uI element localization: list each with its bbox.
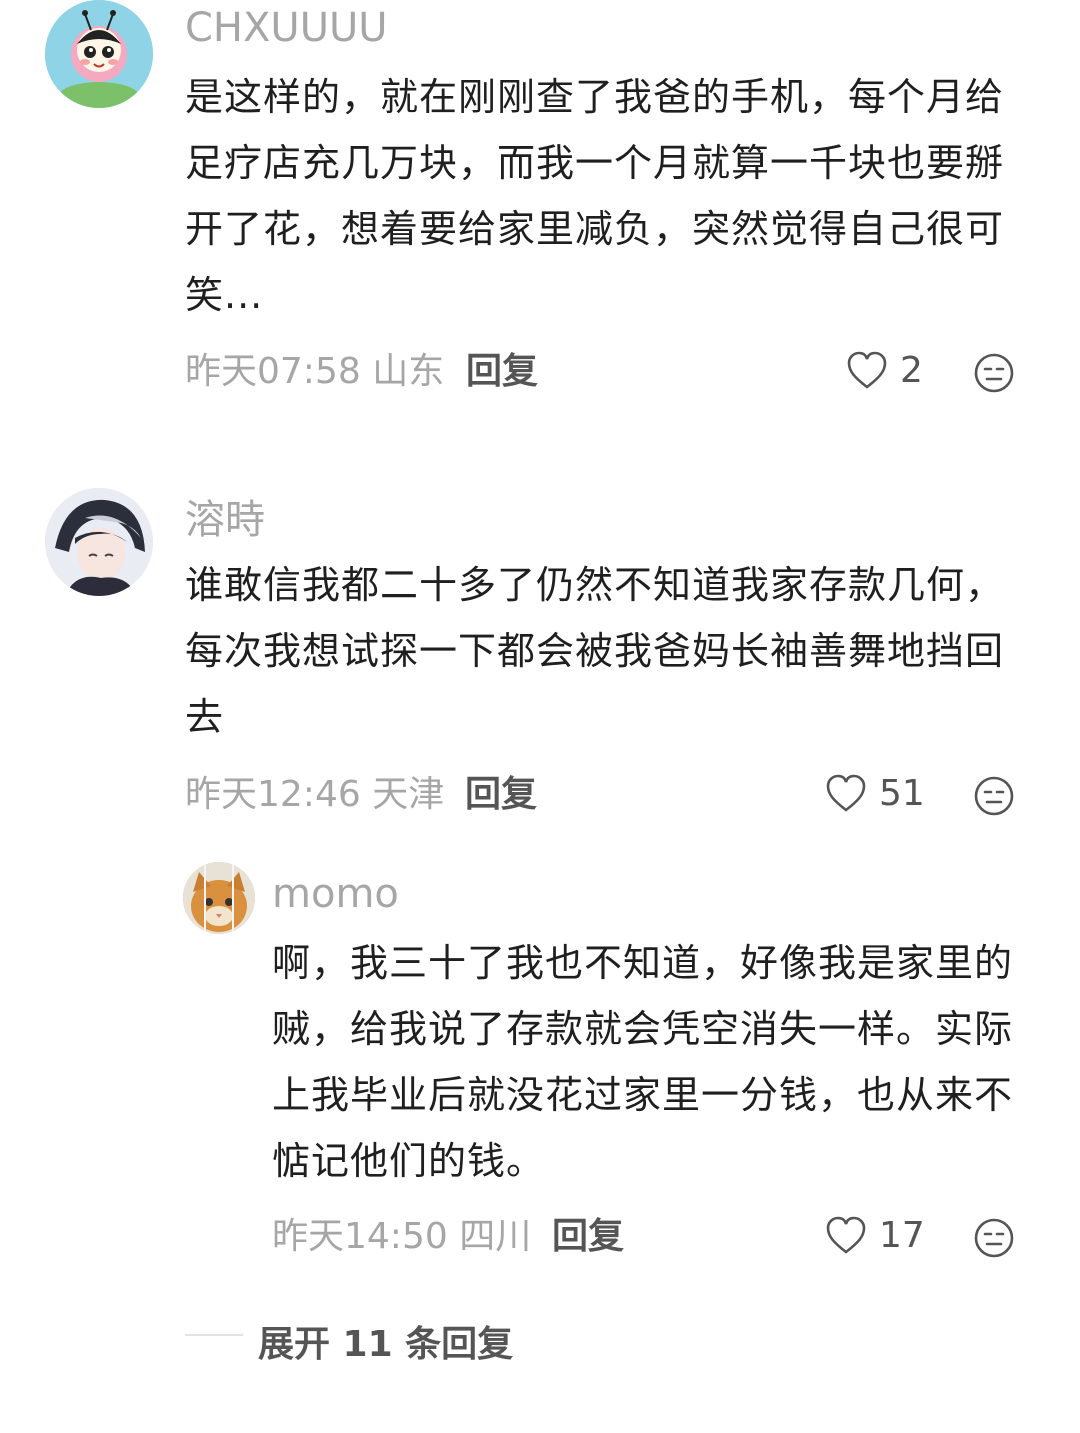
reply-button[interactable]: 回复	[465, 777, 537, 813]
heart-outline-icon	[826, 774, 866, 812]
like-button[interactable]: 17	[825, 1216, 925, 1256]
comment-time-location: 昨天12:46 天津	[185, 774, 445, 815]
heart-outline-icon	[847, 351, 887, 389]
avatar[interactable]	[183, 862, 255, 934]
comment-text: 是这样的，就在刚刚查了我爸的手机，每个月给足疗店充几万块，而我一个月就算一千块也…	[185, 75, 1005, 317]
like-count: 2	[900, 350, 923, 391]
expand-divider	[185, 1334, 243, 1336]
heart-outline-icon	[826, 1216, 866, 1254]
username[interactable]: momo	[272, 874, 399, 914]
comment-text: 谁敢信我都二十多了仍然不知道我家存款几何，每次我想试探一下都会被我爸妈长袖善舞地…	[185, 563, 1005, 739]
like-count: 17	[879, 1215, 925, 1256]
meh-face-icon[interactable]	[973, 775, 1015, 817]
like-count: 51	[879, 773, 925, 814]
reply-button[interactable]: 回复	[552, 1219, 624, 1255]
like-button[interactable]: 2	[846, 351, 923, 391]
like-button[interactable]: 51	[825, 774, 925, 814]
username[interactable]: 溶時	[185, 500, 265, 540]
comment-time-location: 昨天14:50 四川	[272, 1216, 532, 1257]
cat-avatar-icon	[183, 862, 255, 934]
username[interactable]: CHXUUUU	[185, 8, 388, 48]
comment-time-location: 昨天07:58 山东	[185, 351, 445, 392]
meh-face-icon[interactable]	[973, 1217, 1015, 1259]
comment-text: 啊，我三十了我也不知道，好像我是家里的贼，给我说了存款就会凭空消失一样。实际上我…	[272, 941, 1014, 1183]
reply-button[interactable]: 回复	[466, 354, 538, 390]
meh-face-icon[interactable]	[973, 352, 1015, 394]
anime-boy-avatar-icon	[45, 488, 153, 596]
ladybug-avatar-icon	[45, 0, 153, 108]
expand-replies-button[interactable]: 展开 11 条回复	[258, 1315, 513, 1367]
avatar[interactable]	[45, 0, 153, 108]
avatar[interactable]	[45, 488, 153, 596]
